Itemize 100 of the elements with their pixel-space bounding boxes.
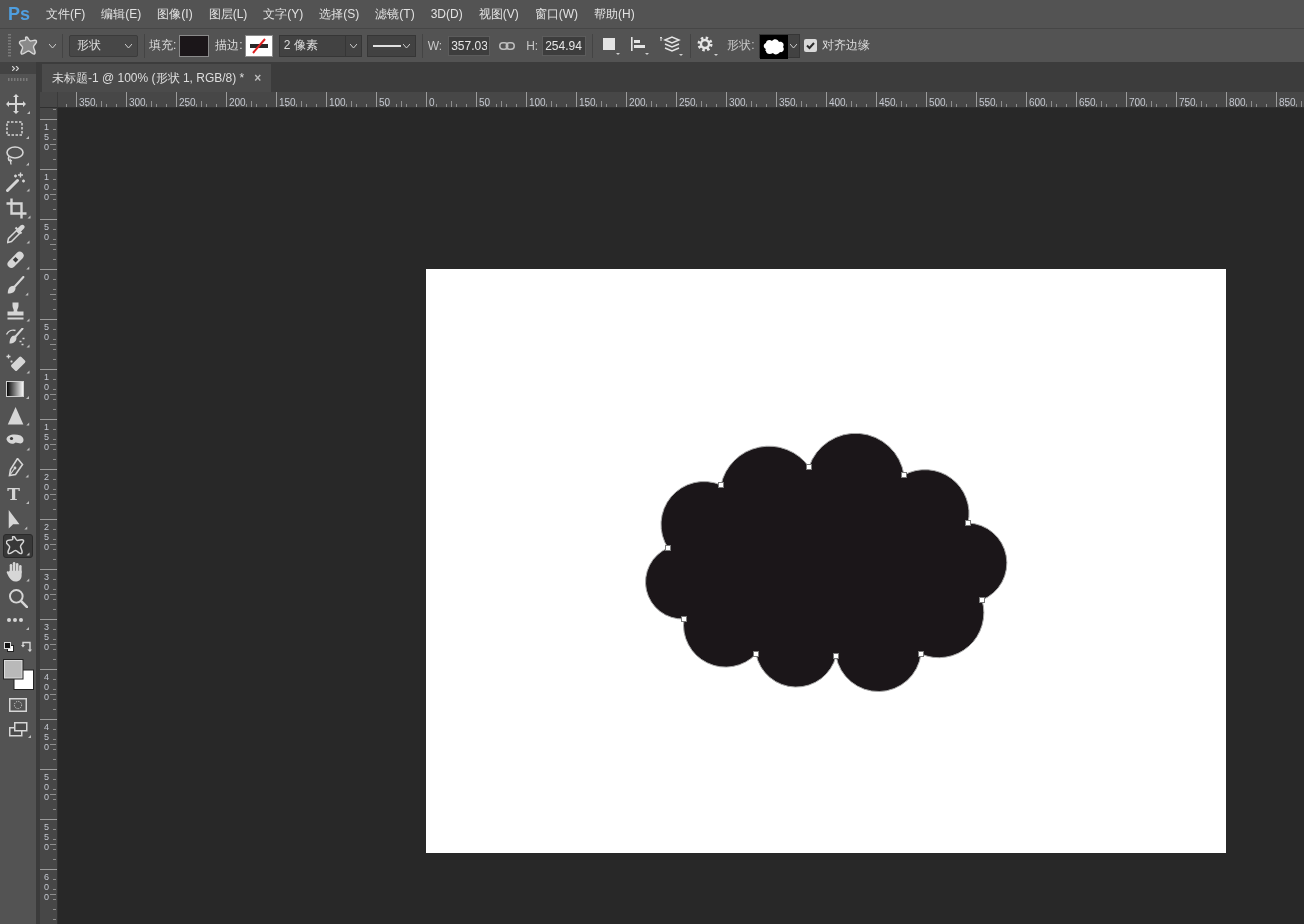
menu-item[interactable]: 帮助(H) bbox=[586, 4, 643, 24]
magnifier-icon bbox=[8, 588, 28, 608]
settings-icon[interactable] bbox=[697, 35, 720, 56]
history-brush-icon bbox=[6, 328, 30, 348]
caret-icon bbox=[402, 43, 410, 48]
fill-swatch[interactable] bbox=[179, 34, 210, 57]
document-tab[interactable]: 未标题-1 @ 100% (形状 1, RGB/8) * × bbox=[42, 64, 272, 92]
ruler-number: 50 bbox=[44, 322, 50, 342]
ruler-number: 850 bbox=[1278, 97, 1296, 107]
ruler-number: 550 bbox=[978, 97, 996, 107]
square-icon[interactable] bbox=[602, 36, 621, 55]
fill-label: 填充: bbox=[149, 37, 177, 54]
ruler-number: 500 bbox=[928, 97, 946, 107]
eyedropper-icon bbox=[6, 224, 30, 244]
anchor-point[interactable] bbox=[918, 651, 924, 657]
caret-icon bbox=[790, 43, 798, 48]
history-brush-tool[interactable] bbox=[3, 326, 33, 350]
ruler-number: 200 bbox=[628, 97, 646, 107]
menu-item[interactable]: 文字(Y) bbox=[255, 4, 312, 24]
menu-item[interactable]: 图层(L) bbox=[200, 4, 256, 24]
anchor-point[interactable] bbox=[753, 651, 759, 657]
ruler-number: 450 bbox=[878, 97, 896, 107]
mode-dropdown[interactable]: 形状 bbox=[69, 34, 138, 57]
ruler-number: 200 bbox=[44, 472, 50, 502]
solid-line-icon bbox=[372, 44, 401, 47]
layers-icon[interactable] bbox=[660, 35, 685, 56]
shape-picker[interactable] bbox=[759, 33, 801, 58]
ruler-number: 50 bbox=[44, 222, 50, 242]
ruler-number: 100 bbox=[44, 172, 50, 202]
arrow-cursor-icon bbox=[8, 510, 28, 530]
ruler-number: 400 bbox=[828, 97, 846, 107]
type-tool[interactable]: T bbox=[3, 482, 33, 506]
ruler-number: 300 bbox=[728, 97, 746, 107]
align-edges-label[interactable]: 对齐边缘 bbox=[822, 37, 871, 54]
menu-item[interactable]: 滤镜(T) bbox=[367, 4, 423, 24]
custom-shape-tool[interactable] bbox=[3, 534, 33, 558]
splat-shape-icon bbox=[18, 35, 38, 56]
anchor-point[interactable] bbox=[806, 464, 812, 470]
ruler-number: 350 bbox=[44, 622, 50, 652]
ruler-number: 750 bbox=[1178, 97, 1196, 107]
anchor-point[interactable] bbox=[979, 597, 985, 603]
ruler-number: 500 bbox=[44, 772, 50, 802]
cloud-shape[interactable] bbox=[645, 432, 1008, 693]
width-label: W: bbox=[427, 38, 443, 53]
menu-item[interactable]: 视图(V) bbox=[470, 4, 527, 24]
tool-preset-picker[interactable] bbox=[18, 33, 56, 58]
ruler-number: 800 bbox=[1228, 97, 1246, 107]
bandage-icon bbox=[6, 250, 30, 270]
ruler-number: 600 bbox=[44, 872, 50, 902]
anchor-point[interactable] bbox=[901, 472, 907, 478]
menu-item[interactable]: 文件(F) bbox=[38, 4, 94, 24]
hand-icon bbox=[6, 562, 30, 582]
gradient-icon bbox=[6, 380, 30, 400]
ruler-number: 300 bbox=[44, 572, 50, 602]
caret-icon bbox=[125, 43, 132, 48]
stroke-swatch[interactable] bbox=[244, 34, 273, 57]
pen-nib-icon bbox=[7, 458, 29, 478]
caret-icon bbox=[49, 43, 56, 48]
line-style-dropdown[interactable] bbox=[366, 34, 416, 57]
sponge-icon bbox=[6, 433, 30, 451]
checkbox[interactable] bbox=[804, 39, 818, 52]
default-colors-icon[interactable] bbox=[4, 641, 14, 652]
grip-icon bbox=[8, 78, 28, 81]
color-swatches-icon[interactable] bbox=[2, 659, 34, 690]
ruler-number: 100 bbox=[528, 97, 546, 107]
ruler-number: 600 bbox=[1028, 97, 1046, 107]
eraser-icon bbox=[6, 354, 30, 374]
ruler-number: 350 bbox=[78, 97, 96, 107]
width-field[interactable]: 357.03 bbox=[448, 35, 491, 56]
ruler-number: 300 bbox=[128, 97, 146, 107]
quick-mask-icon[interactable] bbox=[9, 698, 27, 712]
close-button[interactable]: × bbox=[254, 71, 262, 85]
ruler-number: 150 bbox=[278, 97, 296, 107]
ruler-number: 100 bbox=[44, 372, 50, 402]
anchor-point[interactable] bbox=[833, 653, 839, 659]
screen-mode-icon[interactable] bbox=[9, 722, 31, 738]
double-chevron-icon[interactable] bbox=[12, 65, 19, 71]
swap-arrows-icon[interactable] bbox=[21, 641, 32, 652]
menu-item[interactable]: 选择(S) bbox=[311, 4, 368, 24]
shape-label: 形状: bbox=[727, 37, 755, 54]
link-icon[interactable] bbox=[499, 41, 516, 50]
menu-item[interactable]: 图像(I) bbox=[149, 4, 201, 24]
height-label: H: bbox=[526, 38, 539, 53]
align-left-icon[interactable] bbox=[630, 36, 651, 55]
crop-icon bbox=[5, 197, 31, 219]
height-field[interactable]: 254.94 bbox=[542, 35, 587, 56]
anchor-point[interactable] bbox=[718, 482, 724, 488]
anchor-point[interactable] bbox=[665, 545, 671, 551]
magic-wand-tool[interactable] bbox=[3, 170, 33, 194]
menu-item[interactable]: 3D(D) bbox=[422, 4, 471, 24]
ruler-number: 450 bbox=[44, 722, 50, 752]
anchor-point[interactable] bbox=[681, 616, 687, 622]
ruler-number: 400 bbox=[44, 672, 50, 702]
app-logo: Ps bbox=[8, 4, 30, 24]
brush-icon bbox=[7, 276, 29, 296]
menu-item[interactable]: 编辑(E) bbox=[93, 4, 150, 24]
menu-item[interactable]: 窗口(W) bbox=[526, 4, 586, 24]
stroke-width-dropdown[interactable]: 2 像素 bbox=[278, 34, 362, 57]
anchor-point[interactable] bbox=[965, 520, 971, 526]
move-icon bbox=[5, 93, 31, 115]
